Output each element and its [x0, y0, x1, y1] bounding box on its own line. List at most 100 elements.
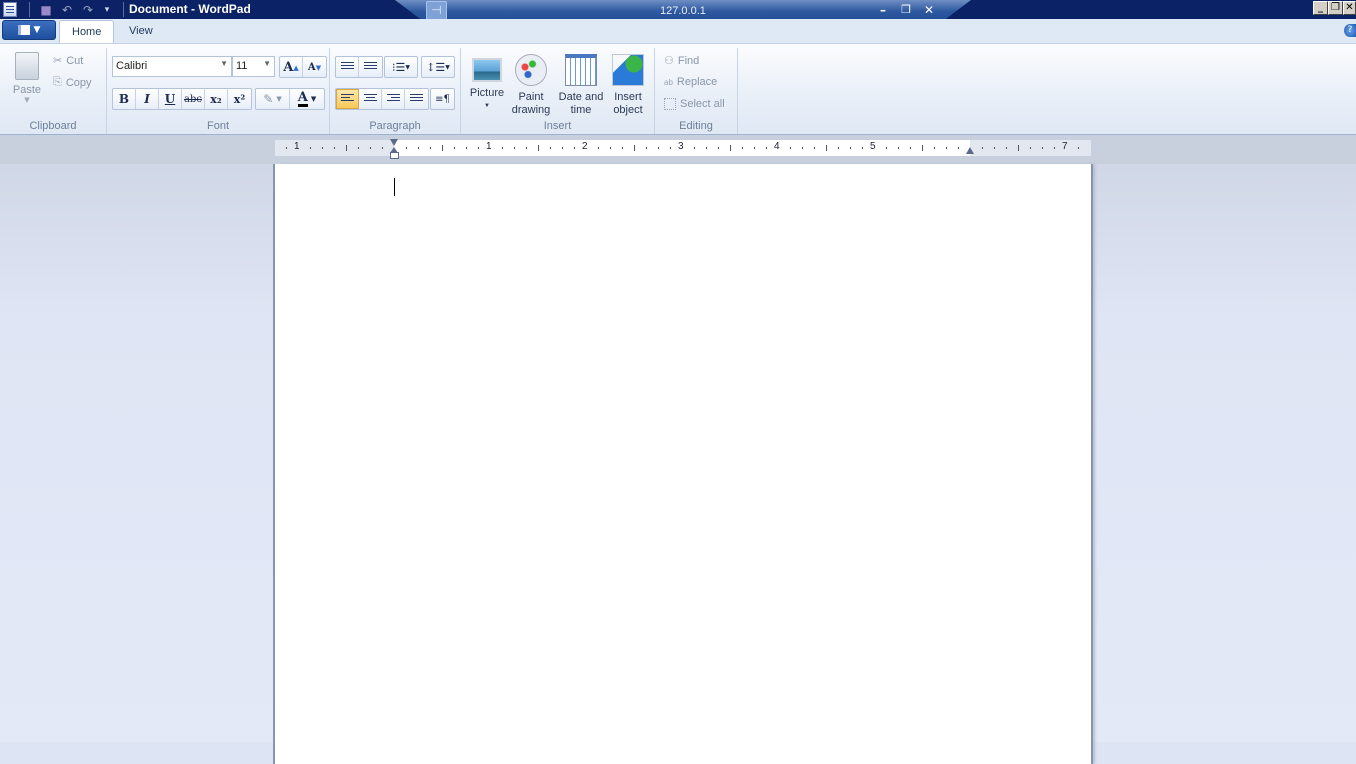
select-all-label: Select all	[680, 98, 725, 110]
application-menu-button[interactable]: ▼	[2, 20, 56, 40]
ruler-number: 1	[486, 141, 492, 152]
paragraph-group-label: Paragraph	[369, 120, 421, 132]
horizontal-ruler[interactable]: 1 1 2 3 4 5 7	[275, 139, 1091, 159]
replace-label: Replace	[676, 76, 718, 88]
ruler-tick	[538, 145, 539, 151]
first-line-indent-marker[interactable]	[390, 139, 398, 146]
editing-group: ⚇ Find ab Replace Select all Editing	[655, 48, 738, 134]
ruler-tick	[622, 147, 623, 149]
ruler-tick	[850, 147, 851, 149]
list-button[interactable]: ⁝☰ ▼	[384, 56, 418, 78]
close-button[interactable]: ✕	[1343, 1, 1356, 15]
decrease-indent-icon[interactable]	[336, 57, 359, 77]
cut-button[interactable]: ✂ Cut	[53, 54, 83, 68]
ruler-tick	[370, 147, 371, 149]
pin-icon[interactable]: ⊣	[426, 1, 447, 20]
qat-separator	[123, 2, 124, 17]
text-color-icon: A	[297, 90, 308, 107]
line-spacing-button[interactable]: ↕☰ ▼	[421, 56, 455, 78]
minimize-button[interactable]: _	[1313, 1, 1328, 15]
ruler-tick	[526, 147, 527, 149]
help-icon[interactable]: ?	[1344, 24, 1356, 37]
ruler-number: 7	[1062, 141, 1068, 152]
qat-separator	[29, 2, 30, 17]
ruler-tick	[1078, 147, 1079, 149]
tab-view[interactable]: View	[117, 20, 165, 43]
document-page[interactable]	[275, 164, 1091, 764]
binoculars-icon: ⚇	[664, 55, 674, 67]
align-right-icon[interactable]	[382, 89, 405, 109]
ruler-tick	[766, 147, 767, 149]
right-indent-marker[interactable]	[966, 147, 974, 154]
ruler-tick	[886, 147, 887, 149]
insert-object-button[interactable]: Insert object	[609, 50, 647, 117]
picture-button[interactable]: Picture ▼	[467, 50, 507, 113]
copy-button[interactable]: ⎘ Copy	[53, 76, 92, 89]
paint-drawing-button[interactable]: Paint drawing	[509, 50, 553, 117]
date-time-button[interactable]: Date and time	[556, 50, 606, 117]
wordpad-app-icon[interactable]	[3, 2, 17, 17]
strikethrough-button[interactable]: abc	[182, 89, 205, 109]
paragraph-settings-button[interactable]: ≡¶	[430, 88, 455, 110]
left-indent-marker[interactable]	[390, 152, 399, 159]
ruler-tick	[322, 147, 323, 149]
indent-buttons	[335, 56, 383, 78]
ruler-tick	[670, 147, 671, 149]
insert-object-icon	[612, 54, 644, 86]
ruler-tick	[478, 147, 479, 149]
find-button[interactable]: ⚇ Find	[664, 54, 699, 68]
ruler-tick	[994, 147, 995, 149]
underline-button[interactable]: U	[159, 89, 182, 109]
redo-icon[interactable]: ↷	[80, 2, 96, 18]
rdp-minimize-button[interactable]: –	[876, 3, 890, 17]
ruler-tick	[730, 145, 731, 151]
ruler-tick	[934, 147, 935, 149]
rdp-close-button[interactable]: ✕	[922, 3, 936, 17]
subscript-button[interactable]: x₂	[205, 89, 228, 109]
paste-button[interactable]: Paste ▼	[10, 50, 44, 110]
ruler-tick	[898, 147, 899, 149]
restore-button[interactable]: ❐	[1328, 1, 1343, 15]
ruler-tick	[718, 147, 719, 149]
align-left-icon[interactable]	[336, 89, 359, 109]
document-workspace: 1 1 2 3 4 5 7	[0, 135, 1356, 764]
ruler-tick	[790, 147, 791, 149]
font-group: Calibri ▼ 11 ▼ A ▲ A ▼ B I U abc x₂ x² ✎ ▼ …	[107, 48, 330, 134]
align-center-icon[interactable]	[359, 89, 382, 109]
ruler-tick	[346, 145, 347, 151]
highlight-color-button[interactable]: ✎ ▼	[256, 89, 290, 109]
ruler-tick	[454, 147, 455, 149]
grow-font-icon[interactable]: A ▲	[280, 57, 303, 77]
paragraph-group: ⁝☰ ▼ ↕☰ ▼ ≡¶ Paragraph	[330, 48, 461, 134]
chevron-down-icon: ▼	[263, 59, 271, 68]
replace-icon: ab	[664, 77, 673, 87]
font-grow-shrink: A ▲ A ▼	[279, 56, 327, 78]
customize-dropdown-icon[interactable]: ▾	[99, 2, 115, 18]
rdp-restore-button[interactable]: ❐	[899, 3, 913, 16]
ruler-tick	[610, 147, 611, 149]
superscript-button[interactable]: x²	[228, 89, 251, 109]
ruler-tick	[802, 147, 803, 149]
replace-button[interactable]: ab Replace	[664, 76, 717, 88]
tab-home[interactable]: Home	[59, 20, 115, 43]
ribbon: Paste ▼ ✂ Cut ⎘ Copy Clipboard Calibri ▼…	[0, 43, 1356, 135]
font-family-combo[interactable]: Calibri ▼	[112, 56, 232, 77]
date-time-label-line2: time	[570, 104, 592, 116]
increase-indent-icon[interactable]	[359, 57, 382, 77]
ruler-tick	[1030, 147, 1031, 149]
undo-icon[interactable]: ↶	[59, 2, 75, 18]
save-icon[interactable]: ■	[38, 2, 54, 18]
italic-button[interactable]: I	[136, 89, 159, 109]
font-size-combo[interactable]: 11 ▼	[232, 56, 275, 77]
bold-button[interactable]: B	[113, 89, 136, 109]
ruler-tick	[382, 147, 383, 149]
justify-icon[interactable]	[405, 89, 428, 109]
ruler-tick	[922, 145, 923, 151]
ruler-tick	[502, 147, 503, 149]
ruler-tick	[742, 147, 743, 149]
text-color-button[interactable]: A ▼	[290, 89, 324, 109]
select-all-button[interactable]: Select all	[664, 98, 725, 110]
ruler-tick	[334, 147, 335, 149]
paint-palette-icon	[515, 54, 547, 86]
shrink-font-icon[interactable]: A ▼	[303, 57, 326, 77]
